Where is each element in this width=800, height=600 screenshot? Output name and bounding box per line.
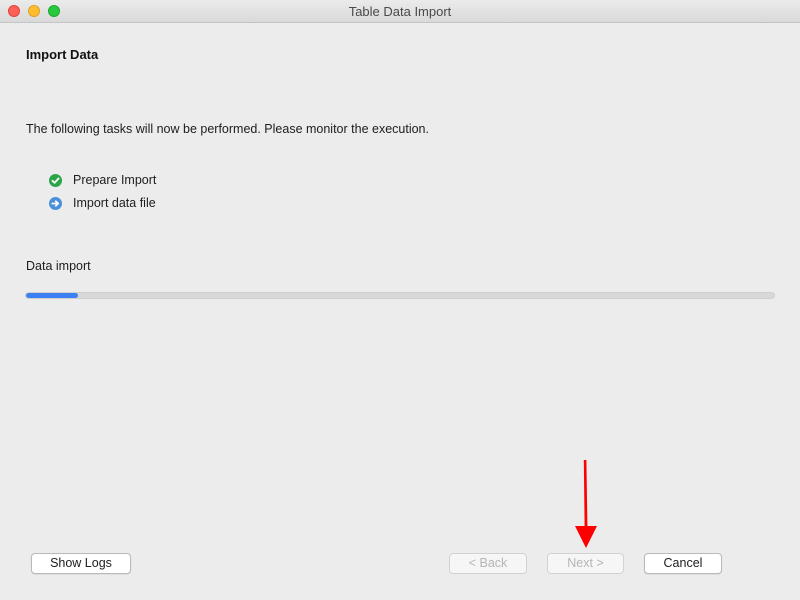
next-button[interactable]: Next > [547, 553, 624, 574]
import-wizard-window: Table Data Import Import Data The follow… [0, 0, 800, 600]
progress-label: Data import [26, 259, 91, 273]
window-title: Table Data Import [348, 4, 452, 19]
task-label: Import data file [73, 196, 156, 210]
red-arrow-annotation-icon [575, 460, 597, 548]
cancel-button[interactable]: Cancel [644, 553, 722, 574]
task-label: Prepare Import [73, 173, 157, 187]
progress-fill [26, 293, 79, 298]
title-bar: Table Data Import [0, 0, 800, 23]
page-description: The following tasks will now be performe… [26, 122, 429, 136]
page-title: Import Data [26, 47, 99, 62]
back-button[interactable]: < Back [449, 553, 527, 574]
check-circle-icon [49, 174, 62, 187]
arrow-right-circle-icon [49, 197, 62, 210]
progress-bar [25, 292, 775, 299]
show-logs-button[interactable]: Show Logs [31, 553, 131, 574]
